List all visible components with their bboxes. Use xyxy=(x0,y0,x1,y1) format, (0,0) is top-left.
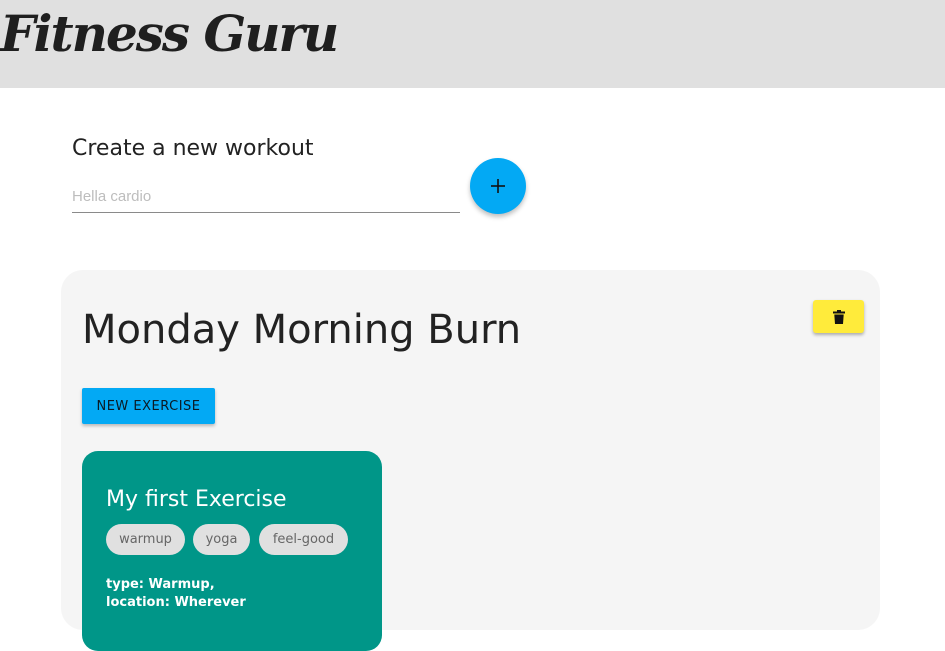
app-header: Fitness Guru xyxy=(0,0,945,88)
workout-title: Monday Morning Burn xyxy=(82,307,522,353)
delete-workout-button[interactable] xyxy=(813,300,864,333)
exercise-location: location: Wherever xyxy=(106,595,246,610)
app-title: Fitness Guru xyxy=(0,4,339,63)
plus-icon xyxy=(491,179,505,193)
tag-chip-warmup[interactable]: warmup xyxy=(106,524,185,555)
tag-chip-feel-good[interactable]: feel-good xyxy=(259,524,348,555)
tag-chip-yoga[interactable]: yoga xyxy=(193,524,250,555)
exercise-type: type: Warmup, xyxy=(106,577,215,592)
create-workout-label: Create a new workout xyxy=(72,136,314,161)
new-exercise-button[interactable]: NEW EXERCISE xyxy=(82,388,215,424)
exercise-title: My first Exercise xyxy=(106,487,287,512)
workout-card: Monday Morning Burn NEW EXERCISE My firs… xyxy=(61,270,880,651)
trash-icon xyxy=(832,309,845,324)
exercise-card[interactable]: My first Exercise warmup yoga feel-good … xyxy=(82,451,382,651)
workout-name-input[interactable] xyxy=(72,180,460,213)
add-workout-button[interactable] xyxy=(470,158,526,214)
